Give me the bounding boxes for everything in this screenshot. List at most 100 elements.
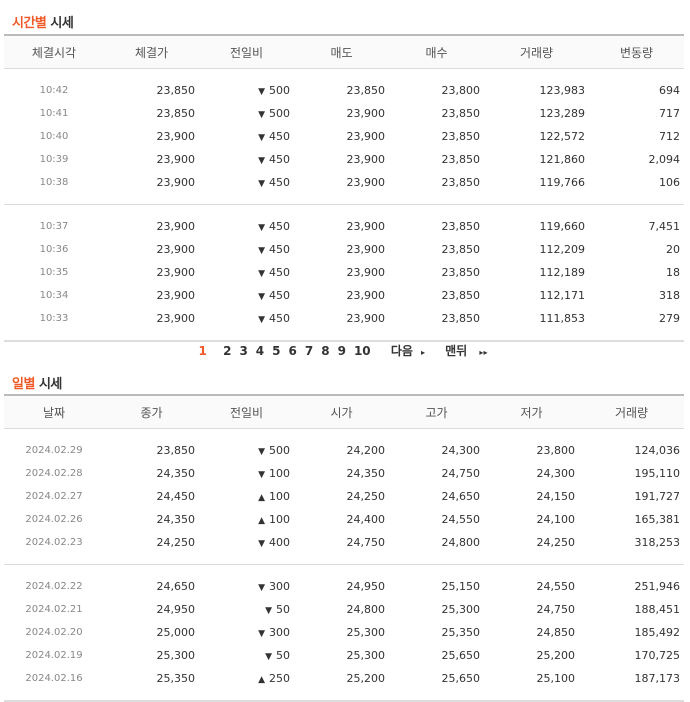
open-cell: 25,300 [346, 626, 386, 639]
time-section-title: 시간별 시세 [12, 16, 74, 31]
change-value: 450 [269, 220, 290, 233]
low-cell: 24,850 [536, 626, 576, 639]
page-link-9[interactable]: 9 [338, 344, 346, 358]
time-cell: 10:39 [39, 154, 69, 165]
table-row: 2024.02.20 25,000 ▼ 300 25,300 25,350 24,850 18… [4, 621, 684, 644]
close-cell: 24,950 [156, 603, 196, 616]
close-cell: 24,450 [156, 490, 196, 503]
pagination: 1 2 3 4 5 6 7 8 9 10 다음 ▸ 맨뒤 ▸▸ [0, 342, 690, 359]
page-link-5[interactable]: 5 [272, 344, 280, 358]
page-link-8[interactable]: 8 [321, 344, 329, 358]
change-value: 100 [269, 513, 290, 526]
open-cell: 25,300 [346, 649, 386, 662]
column-header: 매도 [294, 34, 389, 69]
price-cell: 23,900 [156, 130, 196, 143]
bid-cell: 23,850 [441, 220, 481, 233]
page-link-10[interactable]: 10 [354, 344, 371, 358]
down-arrow-icon: ▼ [258, 583, 265, 593]
table-row: 10:41 23,850 ▼ 500 23,900 23,850 123,289 717 [4, 102, 684, 125]
change-cell: ▼ 500 [199, 439, 294, 462]
table-row: 2024.02.27 24,450 ▲ 100 24,250 24,650 24,150 19… [4, 485, 684, 508]
column-header: 체결가 [104, 34, 199, 69]
date-cell: 2024.02.23 [25, 537, 83, 548]
date-cell: 2024.02.27 [25, 491, 83, 502]
delta-cell: 694 [659, 84, 680, 97]
table-row: 10:34 23,900 ▼ 450 23,900 23,850 112,171 318 [4, 284, 684, 307]
vol-cell: 119,766 [539, 176, 586, 189]
table-row: 10:37 23,900 ▼ 450 23,900 23,850 119,660 7,451 [4, 215, 684, 238]
vol-cell: 318,253 [634, 536, 681, 549]
endline-cell [4, 339, 684, 342]
price-cell: 23,900 [156, 243, 196, 256]
page-link-4[interactable]: 4 [256, 344, 264, 358]
column-header: 전일비 [199, 394, 294, 429]
ask-cell: 23,900 [346, 220, 386, 233]
delta-cell: 279 [659, 312, 680, 325]
spacer-cell [4, 194, 684, 205]
vol-cell: 188,451 [634, 603, 681, 616]
page-list: 2 3 4 5 6 7 8 9 10 [219, 344, 375, 358]
change-cell: ▼ 450 [199, 238, 294, 261]
low-cell: 24,100 [536, 513, 576, 526]
change-value: 50 [276, 603, 290, 616]
spacer-cell [4, 69, 684, 80]
change-value: 400 [269, 536, 290, 549]
delta-cell: 717 [659, 107, 680, 120]
change-value: 500 [269, 444, 290, 457]
change-value: 300 [269, 580, 290, 593]
page-link-6[interactable]: 6 [289, 344, 297, 358]
column-header: 체결시각 [4, 34, 104, 69]
next-page-link[interactable]: 다음 ▸ [387, 344, 429, 358]
time-price-table: 체결시각 체결가 전일비 매도 매수 거래량 변동량 10:42 23,850 ▼ 500 23,8… [4, 34, 684, 342]
page-link-7[interactable]: 7 [305, 344, 313, 358]
page-link-3[interactable]: 3 [239, 344, 247, 358]
page-current[interactable]: 1 [199, 344, 207, 358]
time-cell: 10:37 [39, 221, 69, 232]
change-cell: ▼ 450 [199, 171, 294, 194]
bid-cell: 23,850 [441, 176, 481, 189]
table-row: 10:39 23,900 ▼ 450 23,900 23,850 121,860 2,094 [4, 148, 684, 171]
change-cell: ▼ 100 [199, 462, 294, 485]
spacer-row [4, 194, 684, 205]
change-value: 450 [269, 266, 290, 279]
date-cell: 2024.02.19 [25, 650, 83, 661]
low-cell: 24,750 [536, 603, 576, 616]
up-arrow-icon: ▲ [258, 516, 265, 526]
open-cell: 24,250 [346, 490, 386, 503]
delta-cell: 7,451 [648, 220, 681, 233]
low-cell: 23,800 [536, 444, 576, 457]
time-cell: 10:41 [39, 108, 69, 119]
column-header: 종가 [104, 394, 199, 429]
delta-cell: 106 [659, 176, 680, 189]
change-value: 500 [269, 84, 290, 97]
price-cell: 23,900 [156, 266, 196, 279]
change-value: 500 [269, 107, 290, 120]
change-value: 450 [269, 289, 290, 302]
table-row: 2024.02.29 23,850 ▼ 500 24,200 24,300 23,800 12… [4, 439, 684, 462]
high-cell: 24,550 [441, 513, 481, 526]
last-page-link[interactable]: 맨뒤 ▸▸ [441, 344, 491, 358]
vol-cell: 123,289 [539, 107, 586, 120]
spacer-row [4, 69, 684, 80]
close-cell: 24,650 [156, 580, 196, 593]
change-cell: ▼ 300 [199, 575, 294, 598]
change-cell: ▼ 500 [199, 102, 294, 125]
delta-cell: 712 [659, 130, 680, 143]
ask-cell: 23,900 [346, 312, 386, 325]
column-header: 고가 [389, 394, 484, 429]
down-arrow-icon: ▼ [265, 606, 272, 616]
table-row: 2024.02.23 24,250 ▼ 400 24,750 24,800 24,250 31… [4, 531, 684, 554]
bid-cell: 23,850 [441, 289, 481, 302]
endline-cell [4, 699, 684, 702]
change-cell: ▼ 500 [199, 79, 294, 102]
change-cell: ▼ 300 [199, 621, 294, 644]
table-row: 2024.02.26 24,350 ▲ 100 24,400 24,550 24,100 16… [4, 508, 684, 531]
page-link-2[interactable]: 2 [223, 344, 231, 358]
next-arrow-icon: ▸ [420, 348, 425, 357]
column-header: 변동량 [589, 34, 684, 69]
price-cell: 23,850 [156, 107, 196, 120]
high-cell: 24,300 [441, 444, 481, 457]
down-arrow-icon: ▼ [258, 179, 265, 189]
change-cell: ▼ 50 [199, 598, 294, 621]
date-cell: 2024.02.22 [25, 581, 83, 592]
